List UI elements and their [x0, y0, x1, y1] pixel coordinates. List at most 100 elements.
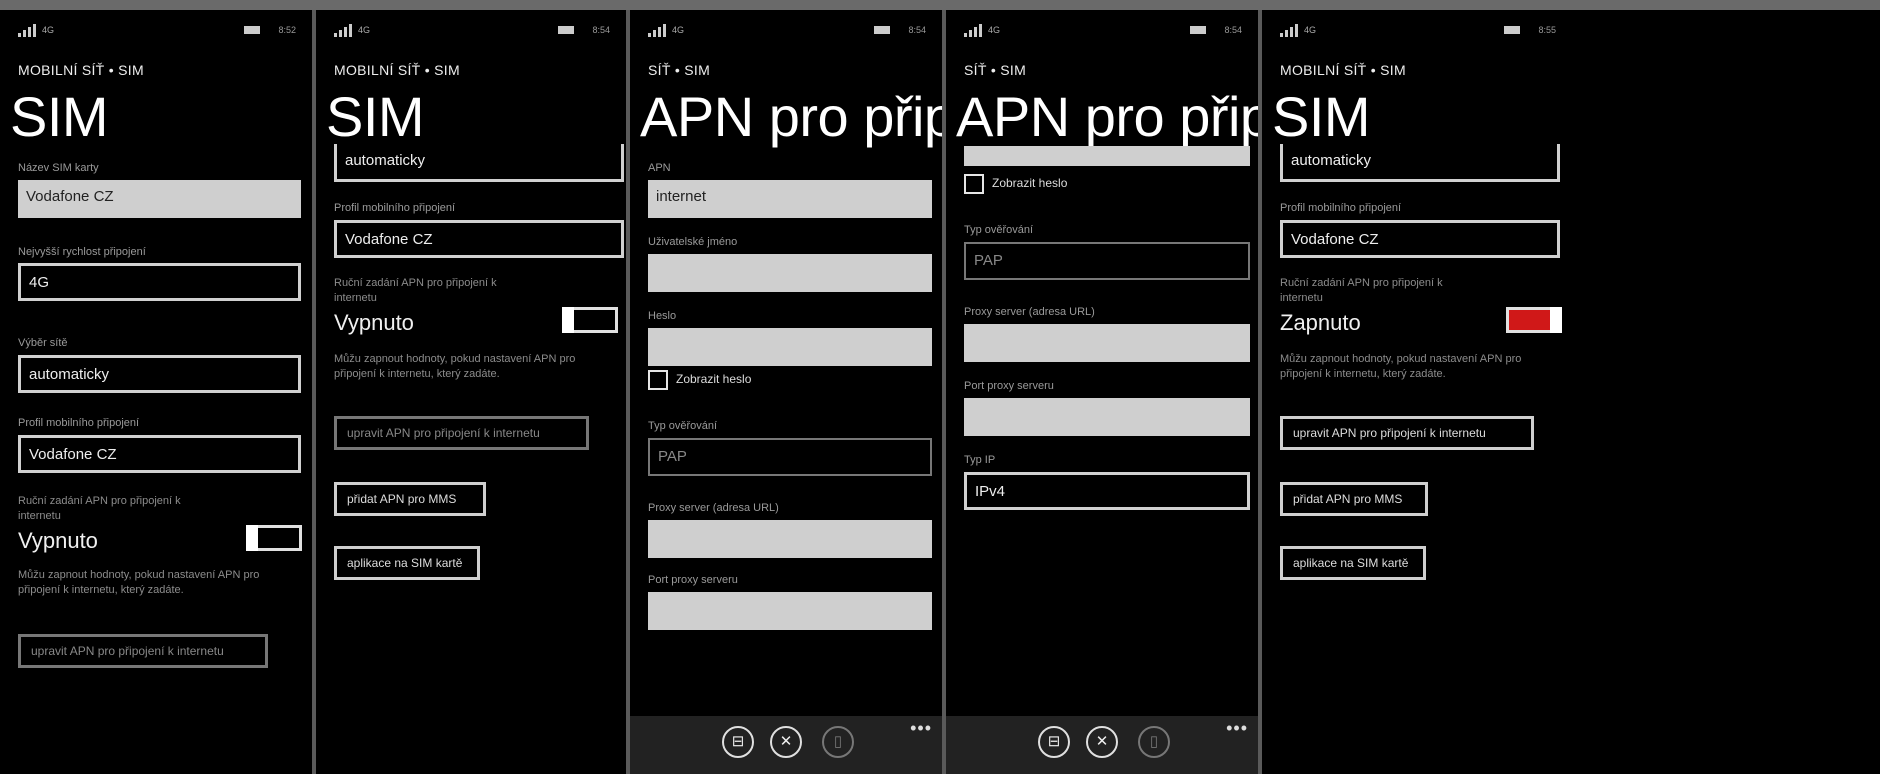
page-title: APN pro připojení — [956, 85, 1258, 148]
status-bar: 4G 8:52 — [12, 22, 300, 40]
cancel-icon[interactable]: ✕ — [1086, 726, 1118, 758]
auth-type-label: Typ ověřování — [648, 420, 718, 432]
panel-sim-2: 4G 8:54 MOBILNÍ SÍŤ • SIM SIM automatick… — [316, 10, 626, 774]
status-bar: 4G 8:54 — [642, 22, 930, 40]
cancel-icon[interactable]: ✕ — [770, 726, 802, 758]
battery-icon — [558, 26, 574, 34]
more-icon[interactable]: ••• — [910, 718, 932, 739]
add-mms-apn-button[interactable]: přidat APN pro MMS — [1280, 482, 1428, 516]
battery-icon — [874, 26, 890, 34]
network-label: Výběr sítě — [18, 337, 68, 349]
profile-label: Profil mobilního připojení — [18, 417, 140, 429]
add-mms-apn-button[interactable]: přidat APN pro MMS — [334, 482, 486, 516]
proxy-field[interactable] — [648, 520, 932, 558]
network-type: 4G — [42, 25, 55, 35]
network-type: 4G — [1304, 25, 1317, 35]
username-field[interactable] — [648, 254, 932, 292]
speed-select[interactable]: 4G — [18, 263, 301, 301]
toggle-knob — [562, 307, 574, 333]
apn-manual-label: Ruční zadání APN pro připojení k interne… — [1280, 277, 1443, 304]
breadcrumb: MOBILNÍ SÍŤ • SIM — [334, 62, 460, 78]
app-bar: ⊟ ✕ ▯ ••• — [630, 716, 942, 774]
network-select[interactable]: automaticky — [334, 144, 624, 182]
breadcrumb: MOBILNÍ SÍŤ • SIM — [18, 62, 144, 78]
app-bar: ⊟ ✕ ▯ ••• — [946, 716, 1258, 774]
page-title: SIM — [1272, 85, 1371, 148]
status-bar: 4G 8:55 — [1274, 22, 1560, 40]
proxy-field[interactable] — [964, 324, 1250, 362]
network-select[interactable]: automaticky — [18, 355, 301, 393]
proxy-port-field[interactable] — [648, 592, 932, 630]
username-label: Uživatelské jméno — [648, 236, 738, 248]
clock: 8:52 — [278, 25, 296, 35]
sim-name-field[interactable]: Vodafone CZ — [18, 180, 301, 218]
profile-select[interactable]: Vodafone CZ — [1280, 220, 1560, 258]
network-type: 4G — [358, 25, 371, 35]
show-password-label: Zobrazit heslo — [992, 176, 1068, 190]
proxy-port-field[interactable] — [964, 398, 1250, 436]
apn-description: Můžu zapnout hodnoty, pokud nastavení AP… — [334, 353, 576, 380]
profile-label: Profil mobilního připojení — [1280, 202, 1402, 214]
auth-type-label: Typ ověřování — [964, 224, 1034, 236]
clock: 8:55 — [1538, 25, 1556, 35]
status-bar: 4G 8:54 — [958, 22, 1246, 40]
proxy-port-label: Port proxy serveru — [648, 574, 738, 586]
breadcrumb: SÍŤ • SIM — [964, 62, 1027, 78]
apn-field[interactable]: internet — [648, 180, 932, 218]
clock: 8:54 — [908, 25, 926, 35]
clock: 8:54 — [592, 25, 610, 35]
toggle-knob — [246, 525, 258, 551]
apn-toggle[interactable] — [1506, 307, 1562, 333]
apn-toggle[interactable] — [562, 307, 618, 333]
edit-apn-button[interactable]: upravit APN pro připojení k internetu — [334, 416, 589, 450]
apn-toggle[interactable] — [246, 525, 302, 551]
password-field[interactable] — [648, 328, 932, 366]
show-password-checkbox[interactable] — [648, 370, 668, 390]
panel-sim-1: 4G 8:52 MOBILNÍ SÍŤ • SIM SIM Název SIM … — [0, 10, 312, 774]
panel-apn-1: 4G 8:54 SÍŤ • SIM APN pro připojení APN … — [630, 10, 942, 774]
battery-icon — [1190, 26, 1206, 34]
save-icon[interactable]: ⊟ — [1038, 726, 1070, 758]
apn-manual-label: Ruční zadání APN pro připojení k interne… — [334, 277, 497, 304]
more-icon[interactable]: ••• — [1226, 718, 1248, 739]
speed-label: Nejvyšší rychlost připojení — [18, 246, 146, 258]
profile-select[interactable]: Vodafone CZ — [334, 220, 624, 258]
sim-apps-button[interactable]: aplikace na SIM kartě — [1280, 546, 1426, 580]
sim-apps-button[interactable]: aplikace na SIM kartě — [334, 546, 480, 580]
edit-apn-button[interactable]: upravit APN pro připojení k internetu — [1280, 416, 1534, 450]
network-type: 4G — [672, 25, 685, 35]
show-password-label: Zobrazit heslo — [676, 372, 752, 386]
status-bar: 4G 8:54 — [328, 22, 614, 40]
ip-type-label: Typ IP — [964, 454, 996, 466]
save-icon[interactable]: ⊟ — [722, 726, 754, 758]
toggle-state: Vypnuto — [334, 310, 414, 335]
auth-type-select[interactable]: PAP — [648, 438, 932, 476]
network-type: 4G — [988, 25, 1001, 35]
proxy-label: Proxy server (adresa URL) — [648, 502, 779, 514]
clock: 8:54 — [1224, 25, 1242, 35]
ip-type-select[interactable]: IPv4 — [964, 472, 1250, 510]
page-title: APN pro připojení — [640, 85, 942, 148]
battery-icon — [1504, 26, 1520, 34]
panel-apn-2: 4G 8:54 SÍŤ • SIM APN pro připojení Zobr… — [946, 10, 1258, 774]
toggle-knob — [1550, 307, 1562, 333]
apn-manual-label: Ruční zadání APN pro připojení k interne… — [18, 495, 181, 522]
edit-apn-button[interactable]: upravit APN pro připojení k internetu — [18, 634, 268, 668]
password-field[interactable] — [964, 146, 1250, 166]
proxy-label: Proxy server (adresa URL) — [964, 306, 1095, 318]
breadcrumb: SÍŤ • SIM — [648, 62, 711, 78]
show-password-checkbox[interactable] — [964, 174, 984, 194]
screenshot-strip: 4G 8:52 MOBILNÍ SÍŤ • SIM SIM Název SIM … — [0, 0, 1880, 774]
signal-icon — [334, 24, 360, 37]
delete-icon[interactable]: ▯ — [822, 726, 854, 758]
signal-icon — [648, 24, 674, 37]
battery-icon — [244, 26, 260, 34]
delete-icon[interactable]: ▯ — [1138, 726, 1170, 758]
panel-sim-3: 4G 8:55 MOBILNÍ SÍŤ • SIM SIM automatick… — [1262, 10, 1880, 774]
signal-icon — [18, 24, 44, 37]
page-title: SIM — [10, 85, 109, 148]
profile-select[interactable]: Vodafone CZ — [18, 435, 301, 473]
auth-type-select[interactable]: PAP — [964, 242, 1250, 280]
page-title: SIM — [326, 85, 425, 148]
network-select[interactable]: automaticky — [1280, 144, 1560, 182]
